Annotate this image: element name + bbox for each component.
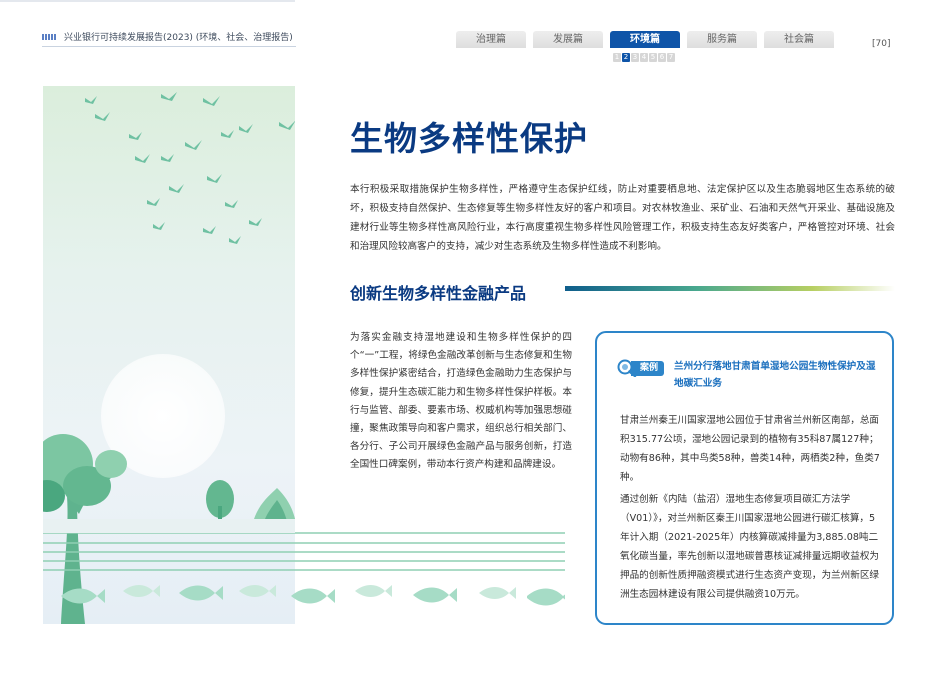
tab-service[interactable]: 服务篇: [687, 31, 757, 48]
page-number: [70]: [872, 39, 891, 49]
report-header: 兴业银行可持续发展报告(2023) (环境、社会、治理报告): [42, 30, 293, 43]
intro-paragraph: 本行积极采取措施保护生物多样性，严格遵守生态保护红线，防止对重要栖息地、法定保护…: [350, 184, 895, 252]
subpage-6[interactable]: 6: [658, 53, 666, 62]
case-badge-label: 案例: [631, 360, 665, 376]
section-accent-bar: [565, 286, 895, 291]
tab-development[interactable]: 发展篇: [533, 31, 603, 48]
report-title: 兴业银行可持续发展报告(2023) (环境、社会、治理报告): [64, 33, 293, 43]
section-body: 为落实金融支持湿地建设和生物多样性保护的四个“一”工程，将绿色金融改革创新与生态…: [350, 332, 572, 471]
case-title: 兰州分行落地甘肃首单湿地公园生物性保护及湿地碳汇业务: [674, 361, 876, 389]
header-rule: [42, 46, 296, 47]
subpage-nav: 1 2 3 4 5 6 7: [613, 53, 675, 62]
case-paragraph-2: 通过创新《内陆（盐沼）湿地生态修复项目碳汇方法学（V01）》，对兰州新区秦王川国…: [620, 494, 880, 600]
case-paragraph-1: 甘肃兰州秦王川国家湿地公园位于甘肃省兰州新区南部，总面积315.77公顷，湿地公…: [620, 415, 880, 483]
tab-governance[interactable]: 治理篇: [456, 31, 526, 48]
subpage-5[interactable]: 5: [649, 53, 657, 62]
tab-environment[interactable]: 环境篇: [610, 31, 680, 48]
water-illustration: [43, 519, 565, 606]
subpage-7[interactable]: 7: [667, 53, 675, 62]
section-tabs: 治理篇 发展篇 环境篇 服务篇 社会篇: [456, 31, 834, 48]
subpage-3[interactable]: 3: [631, 53, 639, 62]
case-study-box: 案例 兰州分行落地甘肃首单湿地公园生物性保护及湿地碳汇业务 甘肃兰州秦王川国家湿…: [595, 331, 894, 625]
subpage-2[interactable]: 2: [622, 53, 630, 62]
top-divider: [0, 0, 295, 2]
subpage-1[interactable]: 1: [613, 53, 621, 62]
subpage-4[interactable]: 4: [640, 53, 648, 62]
case-badge: 案例: [617, 359, 665, 377]
bars-icon: [42, 33, 56, 40]
section-heading: 创新生物多样性金融产品: [350, 284, 527, 303]
page-title: 生物多样性保护: [350, 119, 588, 158]
tab-society[interactable]: 社会篇: [764, 31, 834, 48]
fish-icon: [61, 585, 565, 606]
